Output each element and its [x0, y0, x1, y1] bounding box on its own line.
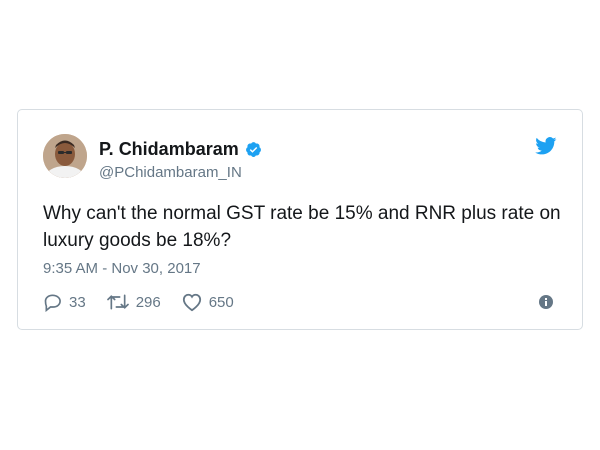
reply-button[interactable]: 33	[43, 292, 86, 312]
tweet-timestamp[interactable]: 9:35 AM - Nov 30, 2017	[43, 260, 201, 277]
display-name[interactable]: P. Chidambaram	[99, 139, 262, 160]
display-name-text[interactable]: P. Chidambaram	[99, 139, 239, 160]
tweet-actions: 33 296 650	[43, 292, 254, 312]
info-icon[interactable]	[539, 295, 553, 309]
retweet-icon	[106, 294, 129, 310]
reply-count: 33	[69, 293, 86, 311]
tweet-text: Why can't the normal GST rate be 15% and…	[43, 203, 561, 251]
author-handle[interactable]: @PChidambaram_IN	[99, 164, 242, 181]
reply-icon	[44, 294, 61, 312]
avatar-photo	[43, 134, 87, 178]
avatar[interactable]	[43, 134, 87, 178]
like-button[interactable]: 650	[181, 292, 234, 312]
tweet-card: P. Chidambaram @PChidambaram_IN Why can'…	[17, 109, 583, 330]
twitter-bird-icon[interactable]	[535, 137, 557, 155]
heart-icon	[182, 293, 201, 312]
retweet-count: 296	[135, 293, 161, 311]
verified-badge-icon	[245, 142, 261, 157]
retweet-button[interactable]: 296	[106, 292, 161, 312]
like-count: 650	[208, 293, 234, 311]
